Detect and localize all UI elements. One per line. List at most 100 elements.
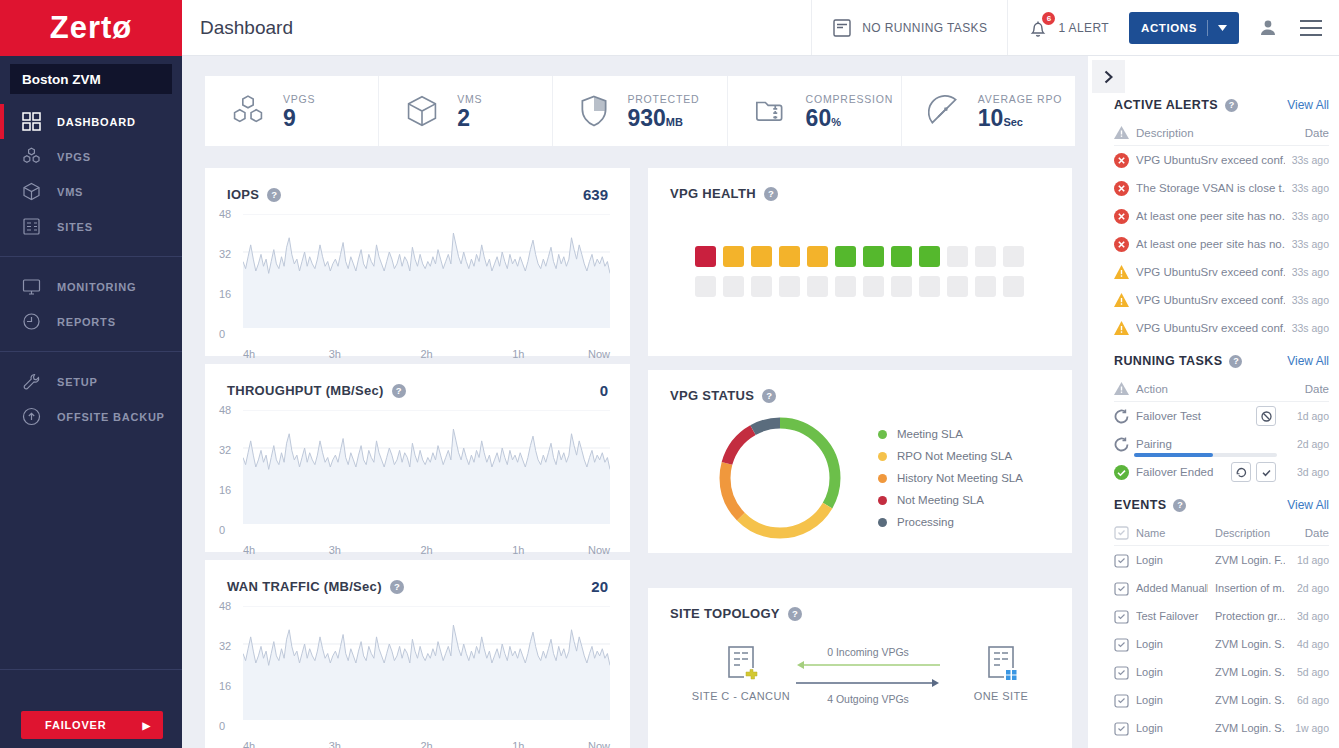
help-icon[interactable]: ?	[392, 384, 406, 398]
event-row[interactable]: LoginZVM Login. S...6d ago	[1114, 686, 1329, 714]
user-menu[interactable]	[1257, 17, 1279, 39]
alert-badge: 6	[1042, 12, 1055, 25]
iops-chart-card: IOPS?639 48321604h3h2h1hNow	[205, 168, 630, 356]
sidebar-item-vpgs[interactable]: VPGS	[0, 139, 182, 174]
vpg-health-square-empty	[807, 276, 828, 297]
running-tasks-status[interactable]: NO RUNNING TASKS	[812, 0, 1007, 55]
warning-icon	[1114, 382, 1129, 395]
alert-row[interactable]: The Storage VSAN is close t...33s ago	[1114, 174, 1329, 202]
event-row[interactable]: LoginZVM Login. F...1d ago	[1114, 546, 1329, 574]
events-view-all-link[interactable]: View All	[1287, 498, 1329, 512]
vpg-health-square-empty	[919, 276, 940, 297]
alerts-view-all-link[interactable]: View All	[1287, 98, 1329, 112]
sites-icon	[22, 217, 41, 236]
vpg-health-square-empty	[975, 246, 996, 267]
stat-vpgs: VPGS9	[205, 76, 379, 146]
stop-task-button[interactable]	[1256, 406, 1276, 426]
success-icon	[1114, 465, 1129, 480]
legend-dot	[878, 430, 887, 439]
vpg-health-square-empty	[947, 246, 968, 267]
chart-current-value: 20	[591, 578, 608, 595]
stat-vms: VMS2	[379, 76, 553, 146]
legend-dot	[878, 496, 887, 505]
legend-item: Meeting SLA	[878, 428, 1023, 440]
vpg-health-square-yellow	[751, 246, 772, 267]
event-row[interactable]: Added ManuallyInsertion of m...2d ago	[1114, 574, 1329, 602]
vpg-health-square-empty	[835, 276, 856, 297]
alert-row[interactable]: VPG UbuntuSrv exceed conf...33s ago	[1114, 286, 1329, 314]
line-chart	[243, 606, 610, 720]
task-row[interactable]: Pairing2d ago	[1114, 430, 1329, 458]
vpg-health-square-empty	[751, 276, 772, 297]
event-row[interactable]: Test FailoverProtection gr...3d ago	[1114, 602, 1329, 630]
vpg-status-card: VPG STATUS? Meeting SLARPO Not Meeting S…	[648, 370, 1072, 553]
vms-icon	[405, 94, 439, 128]
task-row[interactable]: Failover Ended3d ago	[1114, 458, 1329, 486]
chart-current-value: 639	[583, 186, 608, 203]
vpg-health-square-empty	[779, 276, 800, 297]
site-topology-card: SITE TOPOLOGY? SITE C - CANCUN ONE SITE …	[648, 588, 1072, 748]
alert-row[interactable]: VPG UbuntuSrv exceed conf...33s ago	[1114, 146, 1329, 174]
sidebar-item-vms[interactable]: VMS	[0, 174, 182, 209]
dashboard-icon	[22, 112, 41, 131]
alerts-status[interactable]: 6 1 ALERT	[1008, 0, 1129, 55]
event-icon	[1114, 637, 1129, 652]
line-chart	[243, 410, 610, 524]
help-icon[interactable]: ?	[390, 580, 404, 594]
warning-icon	[1114, 265, 1129, 279]
vpg-health-square-yellow	[779, 246, 800, 267]
alert-row[interactable]: At least one peer site has no...33s ago	[1114, 202, 1329, 230]
rollback-task-button[interactable]	[1231, 462, 1251, 482]
site-building-icon	[722, 644, 760, 684]
vpg-health-square-empty	[723, 276, 744, 297]
help-icon[interactable]: ?	[788, 607, 802, 621]
hamburger-menu[interactable]	[1299, 19, 1323, 37]
vpg-health-square-empty	[891, 276, 912, 297]
tasks-table-header: Action Date	[1114, 376, 1329, 402]
error-icon	[1114, 153, 1129, 168]
help-icon[interactable]: ?	[762, 389, 776, 403]
site-left[interactable]: SITE C - CANCUN	[676, 644, 806, 702]
event-row[interactable]: LoginZVM Login. S...1w ago	[1114, 714, 1329, 742]
alert-row[interactable]: VPG UbuntuSrv exceed conf...33s ago	[1114, 258, 1329, 286]
task-progress-bar	[1134, 453, 1277, 457]
error-icon	[1114, 181, 1129, 196]
help-icon[interactable]: ?	[1225, 99, 1238, 112]
caret-down-icon	[1218, 25, 1227, 31]
user-icon	[1257, 17, 1279, 39]
event-icon	[1114, 609, 1129, 624]
shield-icon	[579, 95, 609, 127]
help-icon[interactable]: ?	[764, 187, 778, 201]
sidebar-item-dashboard[interactable]: DASHBOARD	[0, 104, 182, 139]
sidebar-item-reports[interactable]: REPORTS	[0, 304, 182, 339]
actions-button[interactable]: ACTIONS	[1129, 12, 1239, 44]
failover-button[interactable]: FAILOVER ▶	[21, 711, 163, 739]
outgoing-arrow	[796, 678, 940, 688]
tasks-view-all-link[interactable]: View All	[1287, 354, 1329, 368]
sidebar-item-monitoring[interactable]: MONITORING	[0, 269, 182, 304]
vpg-health-square-green	[835, 246, 856, 267]
chart-current-value: 0	[600, 382, 608, 399]
y-axis-label: 16	[219, 288, 249, 300]
y-axis-label: 0	[219, 720, 249, 732]
vpg-status-donut	[718, 416, 842, 540]
help-icon[interactable]: ?	[1173, 499, 1186, 512]
task-row[interactable]: Failover Test1d ago	[1114, 402, 1329, 430]
event-row[interactable]: LoginZVM Login. S...5d ago	[1114, 658, 1329, 686]
incoming-arrow	[796, 660, 940, 670]
alert-row[interactable]: At least one peer site has no...33s ago	[1114, 230, 1329, 258]
site-selector[interactable]: Boston ZVM	[10, 64, 172, 94]
y-axis-label: 32	[219, 248, 249, 260]
alert-row[interactable]: VPG UbuntuSrv exceed conf...33s ago	[1114, 314, 1329, 342]
help-icon[interactable]: ?	[1229, 355, 1242, 368]
commit-task-button[interactable]	[1256, 462, 1276, 482]
sidebar-item-sites[interactable]: SITES	[0, 209, 182, 244]
failover-arrow-icon: ▶	[143, 720, 152, 731]
event-row[interactable]: LoginZVM Login. S...4d ago	[1114, 630, 1329, 658]
site-right[interactable]: ONE SITE	[936, 644, 1066, 702]
vpg-health-square-red	[695, 246, 716, 267]
sidebar-item-setup[interactable]: SETUP	[0, 364, 182, 399]
sidebar-item-offsite-backup[interactable]: OFFSITE BACKUP	[0, 399, 182, 434]
vpg-health-grid	[695, 246, 1024, 297]
help-icon[interactable]: ?	[267, 188, 281, 202]
